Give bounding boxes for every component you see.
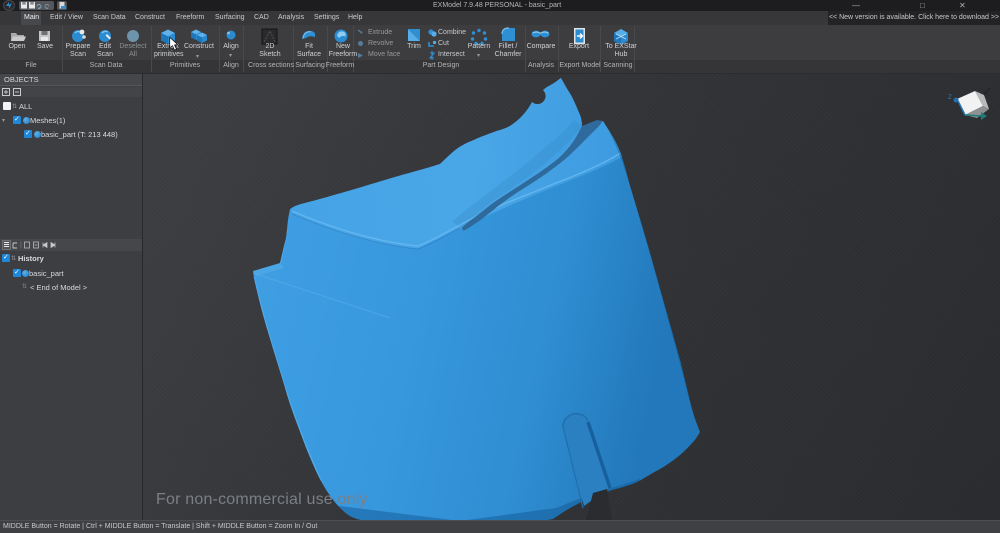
svg-text:Z: Z (948, 95, 952, 101)
